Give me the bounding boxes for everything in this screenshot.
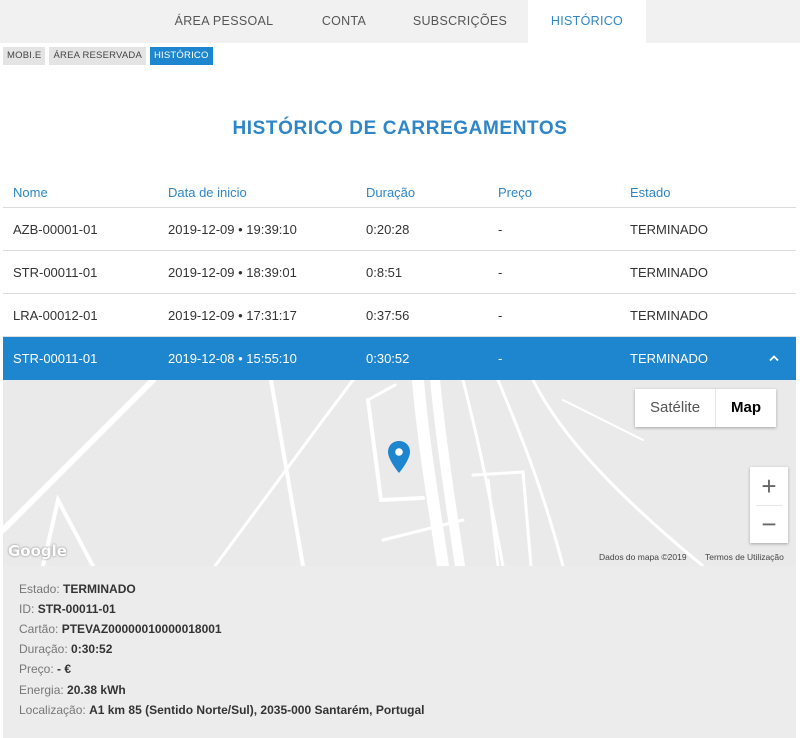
cell-preco: -: [498, 265, 503, 280]
breadcrumb-item-mobie[interactable]: MOBI.E: [3, 47, 46, 65]
cell-estado: TERMINADO: [630, 265, 708, 280]
map-terms-link[interactable]: Termos de Utilização: [705, 552, 784, 562]
detail-energia: Energia: 20.38 kWh: [19, 683, 126, 697]
cell-duracao: 0:37:56: [366, 308, 410, 323]
table-row[interactable]: STR-00011-01 2019-12-09 • 18:39:01 0:8:5…: [3, 251, 796, 294]
page-title: HISTÓRICO DE CARREGAMENTOS: [232, 118, 568, 139]
cell-data: 2019-12-09 • 17:31:17: [168, 308, 297, 323]
zoom-control: + −: [750, 467, 788, 543]
chevron-up-icon[interactable]: [768, 352, 780, 364]
detail-localizacao: Localização: A1 km 85 (Sentido Norte/Sul…: [19, 703, 425, 717]
header-duracao: Duração: [366, 185, 416, 200]
header-data-inicio: Data de inicio: [168, 185, 247, 200]
header-estado: Estado: [630, 185, 671, 200]
google-logo[interactable]: Google: [8, 542, 67, 560]
breadcrumb: MOBI.E ÁREA RESERVADA HISTÓRICO: [3, 47, 213, 65]
detail-estado: Estado: TERMINADO: [19, 582, 136, 596]
breadcrumb-item-area-reservada[interactable]: ÁREA RESERVADA: [49, 47, 146, 65]
header-preco: Preço: [498, 185, 532, 200]
cell-nome: AZB-00001-01: [13, 222, 98, 237]
cell-data: 2019-12-08 • 15:55:10: [168, 351, 297, 366]
map-type-control: Satélite Map: [635, 389, 777, 427]
table-row[interactable]: AZB-00001-01 2019-12-09 • 19:39:10 0:20:…: [3, 208, 796, 251]
zoom-out-button[interactable]: −: [750, 505, 788, 543]
satellite-button[interactable]: Satélite: [635, 389, 717, 427]
zoom-in-button[interactable]: +: [750, 467, 788, 505]
map-button[interactable]: Map: [716, 389, 776, 427]
charging-history-table: Nome Data de inicio Duração Preço Estado…: [3, 172, 796, 380]
detail-id: ID: STR-00011-01: [19, 602, 116, 616]
tab-area-pessoal[interactable]: ÁREA PESSOAL: [152, 0, 296, 43]
tab-conta[interactable]: CONTA: [296, 0, 392, 43]
cell-nome: STR-00011-01: [13, 265, 98, 280]
detail-cartao: Cartão: PTEVAZ00000010000018001: [19, 622, 222, 636]
tab-historico[interactable]: HISTÓRICO: [528, 0, 646, 43]
detail-preco: Preço: - €: [19, 662, 72, 676]
breadcrumb-item-historico[interactable]: HISTÓRICO: [149, 47, 213, 65]
charge-details-panel: Estado: TERMINADO ID: STR-00011-01 Cartã…: [3, 566, 796, 738]
cell-duracao: 0:8:51: [366, 265, 403, 280]
cell-estado: TERMINADO: [630, 308, 708, 323]
cell-nome: STR-00011-01: [13, 351, 98, 366]
cell-preco: -: [498, 308, 503, 323]
tab-subscricoes[interactable]: SUBSCRIÇÕES: [392, 0, 528, 43]
cell-nome: LRA-00012-01: [13, 308, 98, 323]
detail-duracao: Duração: 0:30:52: [19, 642, 113, 656]
table-row-selected[interactable]: STR-00011-01 2019-12-08 • 15:55:10 0:30:…: [3, 337, 796, 380]
cell-duracao: 0:20:28: [366, 222, 410, 237]
table-header: Nome Data de inicio Duração Preço Estado: [3, 172, 796, 208]
cell-estado: TERMINADO: [630, 351, 708, 366]
header-nome: Nome: [13, 185, 48, 200]
map-data-link[interactable]: Dados do mapa ©2019: [599, 552, 687, 562]
cell-data: 2019-12-09 • 19:39:10: [168, 222, 297, 237]
top-nav: ÁREA PESSOAL CONTA SUBSCRIÇÕES HISTÓRICO: [0, 0, 800, 43]
cell-data: 2019-12-09 • 18:39:01: [168, 265, 297, 280]
table-row[interactable]: LRA-00012-01 2019-12-09 • 17:31:17 0:37:…: [3, 294, 796, 337]
cell-preco: -: [498, 351, 503, 366]
cell-preco: -: [498, 222, 503, 237]
cell-duracao: 0:30:52: [366, 351, 410, 366]
map-pin-icon[interactable]: [387, 440, 411, 474]
cell-estado: TERMINADO: [630, 222, 708, 237]
map-view[interactable]: Satélite Map + − Google Dados do mapa ©2…: [3, 380, 796, 566]
